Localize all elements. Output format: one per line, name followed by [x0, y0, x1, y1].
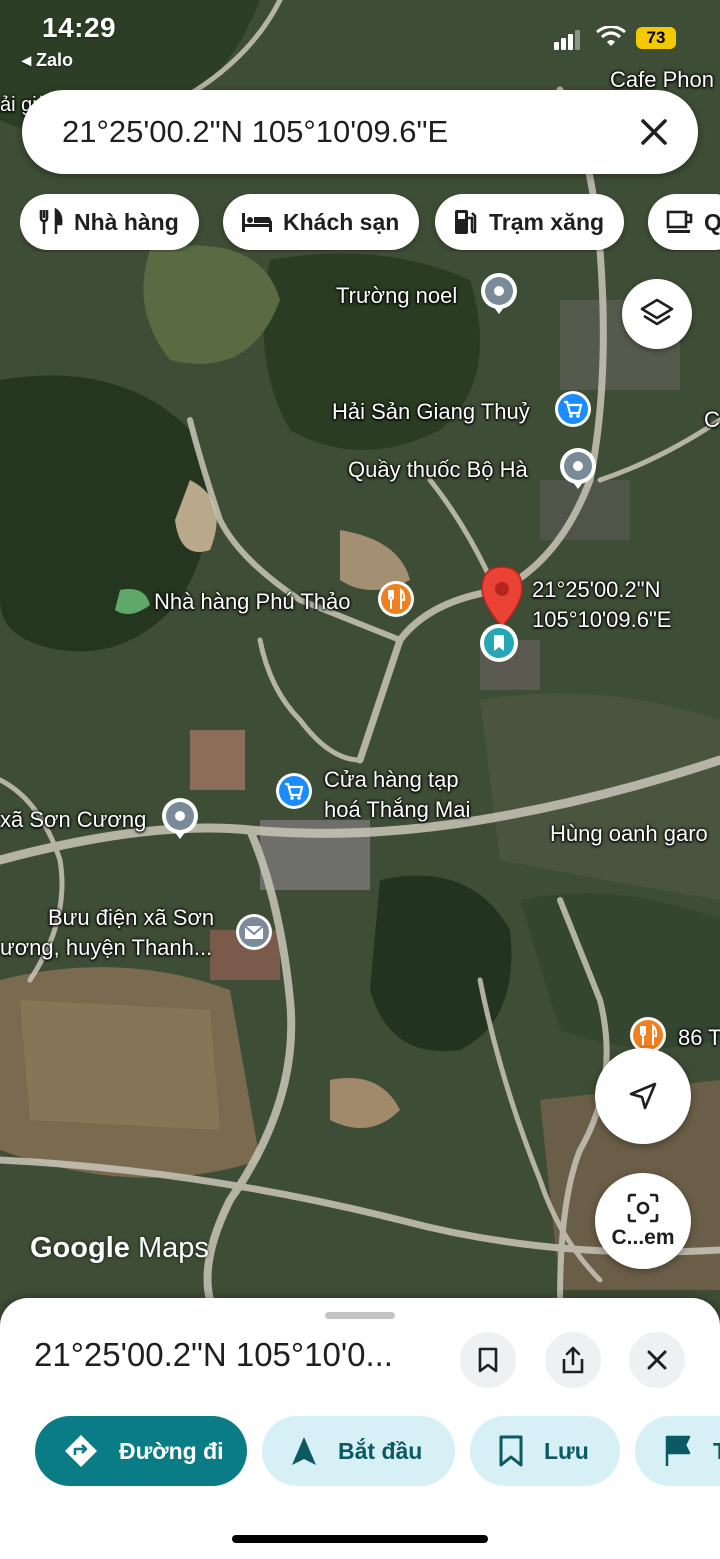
navigation-arrow-icon	[629, 1082, 657, 1110]
place-label-hung-oanh[interactable]: Hùng oanh garo	[550, 820, 708, 847]
more-action-button[interactable]: T	[635, 1416, 720, 1486]
chip-coffee[interactable]: Q	[648, 194, 720, 250]
navigation-icon	[292, 1437, 316, 1465]
share-button[interactable]	[545, 1332, 601, 1388]
save-label: Lưu	[544, 1437, 589, 1464]
place-bottom-sheet[interactable]: 21°25'00.2"N 105°10'0... Đường đi Bắt đầ…	[0, 1298, 720, 1559]
place-label-quay-thuoc[interactable]: Quầy thuốc Bộ Hà	[348, 456, 528, 483]
place-label-edge-c[interactable]: C	[704, 406, 720, 433]
close-icon	[647, 1350, 667, 1370]
chip-label: Nhà hàng	[74, 208, 179, 235]
place-label-cua-hang-2[interactable]: hoá Thắng Mai	[324, 796, 470, 823]
chip-gas-stations[interactable]: Trạm xăng	[435, 194, 625, 250]
clear-search-icon[interactable]	[630, 108, 678, 156]
directions-icon	[65, 1435, 97, 1467]
place-pin-icon[interactable]	[159, 795, 201, 841]
camera-search-button[interactable]: C...em	[595, 1173, 691, 1269]
place-label-hai-san[interactable]: Hải Sản Giang Thuỷ	[332, 398, 530, 425]
camera-lens-icon	[627, 1193, 659, 1223]
google-maps-logo: Google Maps	[30, 1232, 209, 1265]
wifi-icon	[596, 26, 626, 46]
chip-label: Khách sạn	[283, 208, 400, 235]
place-label-buu-dien-1[interactable]: Bưu điện xã Sơn	[48, 904, 214, 931]
logo-google: Google	[30, 1232, 130, 1264]
layers-icon	[640, 298, 674, 326]
start-label: Bắt đầu	[338, 1437, 423, 1464]
search-bar[interactable]: 21°25'00.2"N 105°10'09.6"E	[22, 90, 698, 174]
cellular-signal-icon	[554, 30, 580, 50]
chip-label: Q	[704, 208, 720, 235]
battery-level: 73	[646, 28, 666, 47]
logo-maps: Maps	[137, 1232, 209, 1264]
chip-hotels[interactable]: Khách sạn	[223, 194, 420, 250]
coffee-icon	[666, 210, 693, 233]
status-time: 14:29	[42, 12, 117, 43]
place-label-buu-dien-2[interactable]: ương, huyện Thanh...	[0, 934, 212, 961]
bookmark-icon	[499, 1435, 523, 1467]
back-app-label: Zalo	[36, 50, 74, 70]
directions-button[interactable]: Đường đi	[35, 1416, 247, 1486]
restaurant-pin-icon[interactable]	[375, 578, 417, 624]
directions-label: Đường đi	[119, 1437, 224, 1464]
action-buttons-row: Đường đi Bắt đầu Lưu T	[0, 1416, 720, 1486]
flag-icon	[665, 1435, 691, 1466]
gas-station-icon	[455, 210, 477, 234]
place-label-xa-son-cuong[interactable]: xã Sơn Cương	[0, 806, 146, 833]
save-button[interactable]: Lưu	[470, 1416, 620, 1486]
battery-indicator: 73	[636, 27, 676, 49]
close-sheet-button[interactable]	[629, 1332, 685, 1388]
place-label-86[interactable]: 86 T	[678, 1024, 720, 1051]
place-pin-icon[interactable]	[478, 270, 520, 316]
hotel-icon	[242, 213, 272, 232]
place-label-cua-hang-1[interactable]: Cửa hàng tạp	[324, 766, 459, 793]
search-query[interactable]: 21°25'00.2"N 105°10'09.6"E	[62, 114, 448, 150]
camera-label: C...em	[611, 1226, 675, 1249]
save-bookmark-button[interactable]	[460, 1332, 516, 1388]
my-location-button[interactable]	[595, 1048, 691, 1144]
category-chips: Nhà hàng Khách sạn Trạm xăng Q	[20, 194, 720, 252]
map-layers-button[interactable]	[622, 279, 692, 349]
shopping-cart-pin-icon[interactable]	[552, 388, 594, 434]
post-office-pin-icon[interactable]	[233, 911, 275, 957]
coordinate-label-line2: 105°10'09.6"E	[532, 607, 672, 632]
bookmark-icon	[478, 1347, 498, 1373]
red-location-marker-icon[interactable]	[478, 565, 526, 665]
place-pin-icon[interactable]	[557, 445, 599, 491]
restaurant-icon	[39, 208, 63, 234]
share-icon	[562, 1346, 584, 1374]
status-bar: 14:29 ◂ Zalo 73	[0, 0, 720, 80]
place-label-truong-noel[interactable]: Trường noel	[336, 282, 457, 309]
back-to-app-link[interactable]: ◂ Zalo	[22, 50, 73, 71]
chip-label: Trạm xăng	[489, 208, 605, 235]
home-indicator[interactable]	[232, 1535, 488, 1543]
more-action-label: T	[713, 1438, 720, 1465]
coordinate-label-line1: 21°25'00.2"N	[532, 577, 661, 602]
sheet-title: 21°25'00.2"N 105°10'0...	[34, 1336, 393, 1373]
start-navigation-button[interactable]: Bắt đầu	[262, 1416, 455, 1486]
place-label-nha-hang[interactable]: Nhà hàng Phú Thảo	[154, 588, 351, 615]
chip-restaurants[interactable]: Nhà hàng	[20, 194, 199, 250]
shopping-cart-pin-icon[interactable]	[273, 770, 315, 816]
sheet-drag-handle[interactable]	[325, 1312, 395, 1319]
